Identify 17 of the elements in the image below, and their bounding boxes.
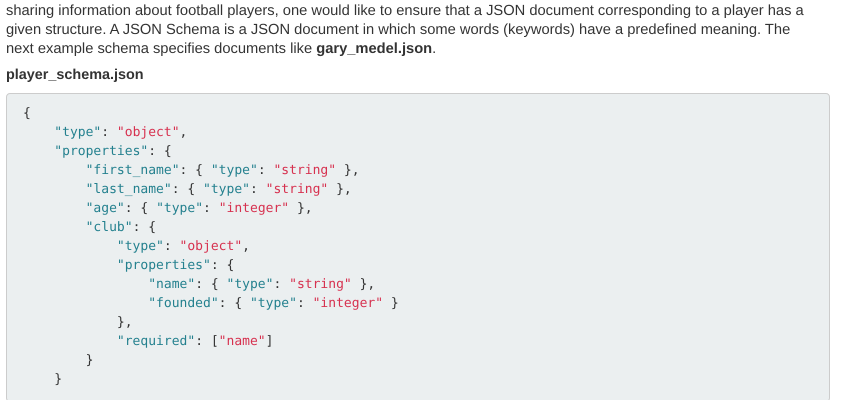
code-line: "first_name": { "type": "string" }, [86,162,360,180]
code-line: "last_name": { "type": "string" }, [86,181,352,199]
code-line: { [23,105,31,123]
code-line: }, [116,314,133,332]
code-line: "age": { "type": "integer" }, [86,200,313,218]
code-line: "required": ["name"] [116,333,274,351]
code-line: "name": { "type": "string" }, [148,276,376,294]
code-line: "type": "object", [116,238,250,256]
code-line: "founded": { "type": "integer" } [148,295,399,313]
body-paragraph: sharing information about football players, one would like to ensure that a JSON document corresponding to a player has a given structure. A JSON Schema is a JSON document in which some words (keywords) have a predefined meaning. The next example schema specifies documents like gary_medel.json. [6,2,805,59]
code-line: "club": { [86,219,156,237]
code-line: } [54,371,62,389]
code-line: } [86,352,94,370]
code-line: "properties": { [116,257,234,275]
file-name-heading: player_schema.json [6,66,145,85]
code-line: "properties": { [54,143,172,161]
code-line: "type": "object", [54,124,188,142]
